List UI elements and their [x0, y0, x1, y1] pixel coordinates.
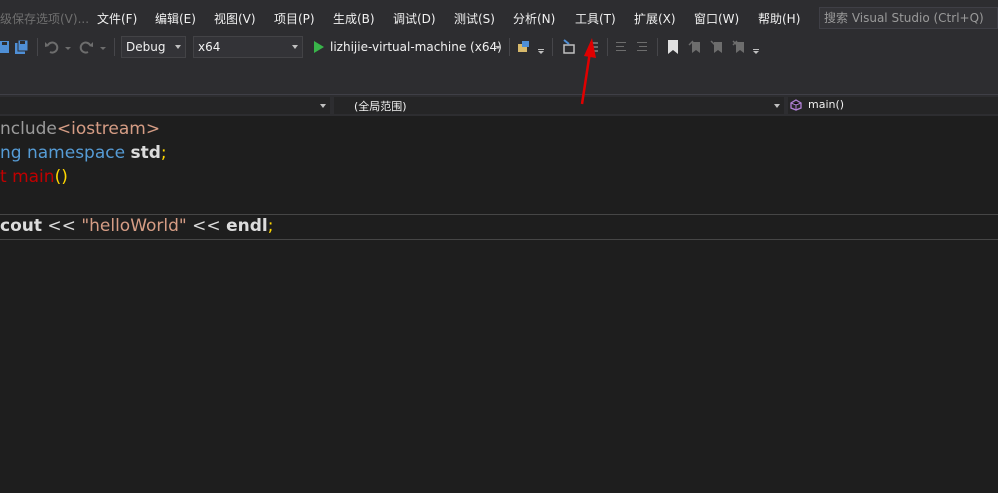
member-value: main() — [808, 98, 845, 111]
uncomment-icon[interactable] — [635, 39, 651, 55]
search-input[interactable] — [824, 10, 994, 26]
menu-item-save-options[interactable]: 级保存选项(V)... — [0, 10, 89, 27]
scope-dropdown[interactable]: (全局范围) — [334, 97, 784, 114]
configuration-dropdown[interactable]: Debug — [121, 36, 186, 58]
code-token: ng — [0, 143, 22, 163]
run-target-label[interactable]: lizhijie-virtual-machine (x64) — [330, 40, 502, 54]
menu-item-test[interactable]: 测试(S) — [454, 10, 495, 27]
menu-item-debug[interactable]: 调试(D) — [393, 10, 436, 27]
code-line-2: ng namespace std; — [0, 141, 167, 165]
navigation-bar: (全局范围) main() — [0, 94, 998, 116]
chevron-down-icon — [175, 45, 181, 49]
search-box[interactable] — [819, 7, 998, 29]
menu-item-window[interactable]: 窗口(W) — [694, 10, 739, 27]
standard-toolbar: Debug x64 lizhijie-virtual-machine (x64) — [0, 36, 998, 58]
run-target-dropdown-icon[interactable] — [494, 39, 502, 55]
code-token: () — [54, 167, 68, 187]
toolbar-separator — [509, 38, 510, 56]
code-token: ; — [160, 143, 167, 163]
menu-item-file[interactable]: 文件(F) — [97, 10, 137, 27]
code-token: std — [130, 143, 161, 163]
menu-item-project[interactable]: 项目(P) — [274, 10, 315, 27]
menu-bar: 级保存选项(V)... 文件(F) 编辑(E) 视图(V) 项目(P) 生成(B… — [0, 0, 998, 36]
member-dropdown[interactable]: main() — [788, 97, 998, 114]
bookmark-icon[interactable] — [666, 39, 680, 55]
toolbar-separator — [552, 38, 553, 56]
code-token: << — [47, 216, 76, 236]
clear-bookmarks-icon[interactable] — [732, 39, 746, 55]
redo-icon[interactable] — [78, 39, 94, 55]
chevron-down-icon — [320, 104, 326, 108]
code-token: t — [0, 167, 7, 187]
menu-item-analyze[interactable]: 分析(N) — [513, 10, 555, 27]
code-line-5: cout << "helloWorld" << endl; — [0, 214, 273, 238]
step-into-icon[interactable] — [561, 39, 577, 55]
code-editor[interactable]: nclude<iostream> ng namespace std; t mai… — [0, 116, 998, 493]
toolbar-separator — [607, 38, 608, 56]
align-left-icon[interactable] — [614, 39, 628, 55]
code-token: main — [12, 167, 55, 187]
menu-item-tools[interactable]: 工具(T) — [575, 10, 616, 27]
menu-item-view[interactable]: 视图(V) — [214, 10, 256, 27]
undo-icon[interactable] — [44, 39, 60, 55]
redo-dropdown-icon[interactable] — [99, 39, 107, 55]
menu-item-help[interactable]: 帮助(H) — [758, 10, 800, 27]
code-token: cout — [0, 216, 42, 236]
code-token: <iostream> — [56, 119, 161, 139]
scope-value: (全局范围) — [354, 100, 407, 113]
platform-value: x64 — [198, 40, 221, 54]
code-token: nclude — [0, 119, 57, 139]
toolbar-overflow-icon[interactable] — [752, 39, 760, 55]
undo-dropdown-icon[interactable] — [64, 39, 72, 55]
code-token: namespace — [26, 143, 126, 163]
project-dropdown[interactable] — [0, 97, 330, 114]
code-token: endl — [226, 216, 268, 236]
previous-bookmark-icon[interactable] — [688, 39, 702, 55]
save-icon[interactable] — [0, 39, 12, 55]
code-token: << — [192, 216, 221, 236]
next-bookmark-icon[interactable] — [710, 39, 724, 55]
start-debug-icon[interactable] — [313, 39, 325, 55]
browse-icon[interactable] — [516, 39, 532, 55]
comment-icon[interactable] — [587, 39, 601, 55]
code-token: "helloWorld" — [81, 216, 187, 236]
save-all-icon[interactable] — [14, 39, 30, 55]
menu-item-build[interactable]: 生成(B) — [333, 10, 375, 27]
code-token: ; — [267, 216, 274, 236]
platform-dropdown[interactable]: x64 — [193, 36, 303, 58]
configuration-value: Debug — [126, 40, 166, 54]
member-icon — [790, 99, 802, 111]
tab-well — [0, 58, 998, 94]
chevron-down-icon — [774, 104, 780, 108]
toolbar-separator — [657, 38, 658, 56]
toolbar-separator — [114, 38, 115, 56]
menu-item-extensions[interactable]: 扩展(X) — [634, 10, 676, 27]
menu-item-edit[interactable]: 编辑(E) — [155, 10, 196, 27]
code-line-1: nclude<iostream> — [0, 117, 160, 141]
code-line-3: t main() — [0, 165, 68, 189]
chevron-down-icon — [292, 45, 298, 49]
overflow-dropdown-icon[interactable] — [537, 39, 545, 55]
toolbar-separator — [37, 38, 38, 56]
